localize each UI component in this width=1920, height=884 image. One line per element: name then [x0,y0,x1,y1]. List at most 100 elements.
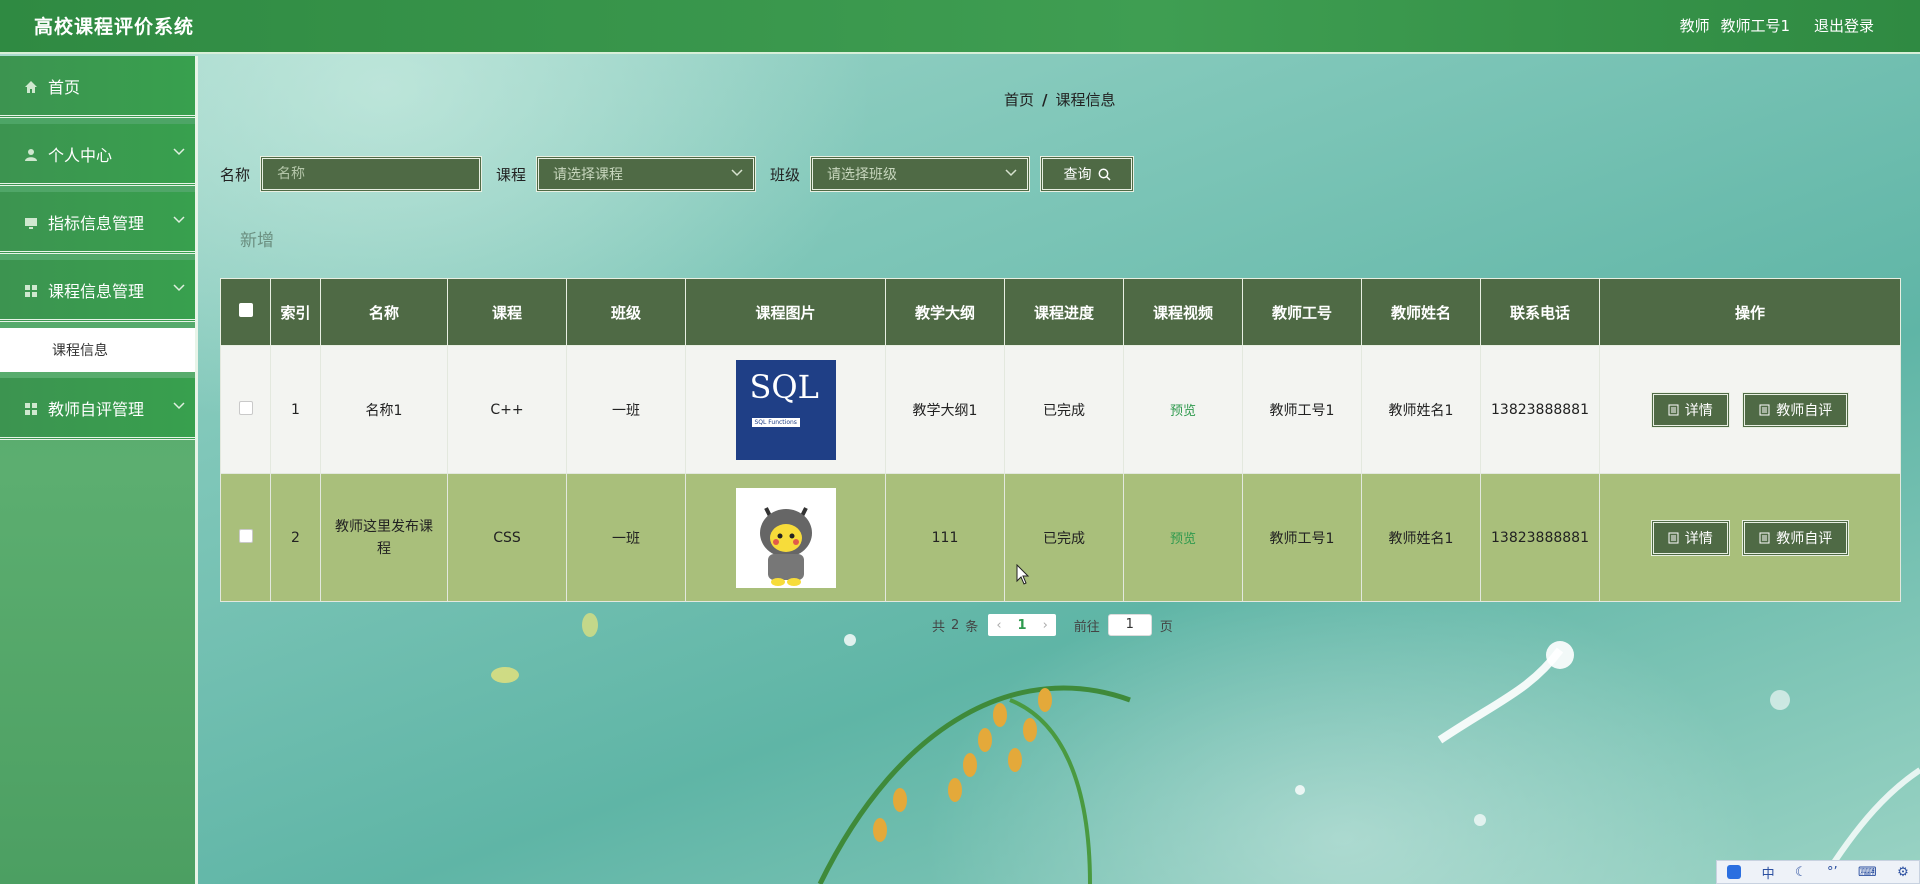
query-button-label: 查询 [1063,167,1092,183]
header-name: 名称 [320,278,448,346]
video-preview-link[interactable]: 预览 [1170,532,1196,547]
cell-teacher-name: 教师姓名1 [1361,473,1481,602]
sidebar-item-home[interactable]: 首页 [0,56,195,118]
next-page-icon[interactable]: › [1035,618,1056,633]
ime-logo-icon [1727,865,1742,879]
sql-cover-subtitle: SQL Functions [751,417,800,427]
header-phone: 联系电话 [1480,278,1600,346]
detail-button-label: 详情 [1684,530,1713,547]
table-header-row: 索引 名称 课程 班级 课程图片 教学大纲 课程进度 课程视频 教师工号 教师姓… [220,278,1901,346]
document-icon [1759,532,1770,543]
cell-actions: 详情 教师自评 [1599,473,1901,602]
cell-teacher-name: 教师姓名1 [1361,345,1481,474]
current-page[interactable]: 1 [1010,618,1035,633]
cell-course: CSS [447,473,567,602]
sidebar-item-personal-center[interactable]: 个人中心 [0,124,195,186]
add-button[interactable]: 新增 [240,226,274,251]
sidebar-item-teacher-self-eval[interactable]: 教师自评管理 [0,378,195,440]
chevron-down-icon [173,284,185,292]
cell-index: 2 [270,473,321,602]
header-class: 班级 [566,278,686,346]
prev-page-icon[interactable]: ‹ [988,618,1009,633]
select-all-checkbox[interactable] [238,303,253,317]
total-suffix: 条 [965,619,979,635]
chevron-down-icon [173,148,185,156]
sidebar-subitem-course-info[interactable]: 课程信息 [0,328,195,372]
monitor-icon [24,215,38,229]
cell-course-image [685,473,886,602]
course-image-pikachu[interactable] [735,487,836,588]
cell-video: 预览 [1123,345,1243,474]
keyboard-icon[interactable]: ⌨ [1858,865,1877,880]
search-bar: 名称 课程 请选择课程 班级 请选择班级 查询 [220,156,1135,192]
self-eval-button[interactable]: 教师自评 [1742,519,1850,556]
row-checkbox[interactable] [238,528,253,543]
header-user-area: 教师 教师工号1 退出登录 [1680,15,1874,36]
course-table: 索引 名称 课程 班级 课程图片 教学大纲 课程进度 课程视频 教师工号 教师姓… [220,278,1901,602]
moon-icon[interactable]: ☾ [1795,865,1807,880]
cell-syllabus: 教学大纲1 [885,345,1005,474]
header-syllabus: 教学大纲 [885,278,1005,346]
sidebar-item-label: 个人中心 [48,145,113,165]
cell-syllabus: 111 [885,473,1005,602]
cell-name: 教师这里发布课程 [320,473,448,602]
row-select-cell [220,473,271,602]
grid-icon [24,283,38,297]
document-icon [1668,404,1679,415]
sql-cover-title: SQL [749,367,819,406]
pagination: 共 2 条 ‹ 1 › 前往 1 页 [932,614,1173,636]
header-video: 课程视频 [1123,278,1243,346]
goto-page-input[interactable]: 1 [1107,614,1152,636]
name-field-wrapper [260,156,483,192]
settings-icon[interactable]: ⚙ [1897,865,1909,880]
user-icon [24,147,38,161]
header-progress: 课程进度 [1004,278,1124,346]
logout-button[interactable]: 退出登录 [1814,15,1874,36]
row-checkbox[interactable] [238,400,253,415]
sidebar: 首页 个人中心 指标信息管理 课程信息管理 课程信息 教师自评管理 [0,56,198,884]
sidebar-item-label: 教师自评管理 [48,399,145,419]
header-index: 索引 [270,278,321,346]
ime-toolbar[interactable]: 中 ☾ °’ ⌨ ⚙ [1716,860,1920,884]
cell-course-image: SQL SQL Functions [685,345,886,474]
cell-phone: 13823888881 [1480,473,1600,602]
cell-progress: 已完成 [1004,345,1124,474]
breadcrumb-home[interactable]: 首页 [1004,91,1034,109]
name-search-input[interactable] [277,166,480,182]
cell-teacher-id: 教师工号1 [1242,345,1362,474]
user-role: 教师 [1679,17,1710,35]
sidebar-item-course-management[interactable]: 课程信息管理 [0,260,195,322]
user-name: 教师工号1 [1720,17,1790,35]
query-button[interactable]: 查询 [1040,156,1135,192]
class-select[interactable]: 请选择班级 [810,156,1031,192]
punctuation-icon[interactable]: °’ [1827,865,1838,880]
app-title: 高校课程评价系统 [34,16,195,38]
cell-course: C++ [447,345,567,474]
sidebar-item-indicator-management[interactable]: 指标信息管理 [0,192,195,254]
cell-teacher-id: 教师工号1 [1242,473,1362,602]
self-eval-button-label: 教师自评 [1776,402,1833,419]
self-eval-button[interactable]: 教师自评 [1742,391,1850,428]
course-image-sql-book[interactable]: SQL SQL Functions [735,359,836,460]
detail-button[interactable]: 详情 [1650,519,1730,556]
cell-phone: 13823888881 [1480,345,1600,474]
document-icon [1759,404,1770,415]
header-teacher-id: 教师工号 [1242,278,1362,346]
sidebar-item-label: 指标信息管理 [48,213,145,233]
ime-mode-label[interactable]: 中 [1762,863,1775,882]
class-label: 班级 [770,165,801,184]
total-prefix: 共 [932,619,946,635]
chevron-down-icon [173,402,185,410]
total-count: 2 [951,617,960,633]
goto-suffix: 页 [1159,619,1173,635]
chevron-down-icon [731,169,743,177]
search-icon [1098,168,1111,181]
detail-button[interactable]: 详情 [1650,391,1730,428]
course-select[interactable]: 请选择课程 [536,156,757,192]
detail-button-label: 详情 [1684,402,1713,419]
breadcrumb-separator: / [1042,91,1048,109]
video-preview-link[interactable]: 预览 [1170,404,1196,419]
cell-video: 预览 [1123,473,1243,602]
sidebar-item-label: 首页 [48,77,81,97]
top-header: 高校课程评价系统 教师 教师工号1 退出登录 [0,0,1920,54]
